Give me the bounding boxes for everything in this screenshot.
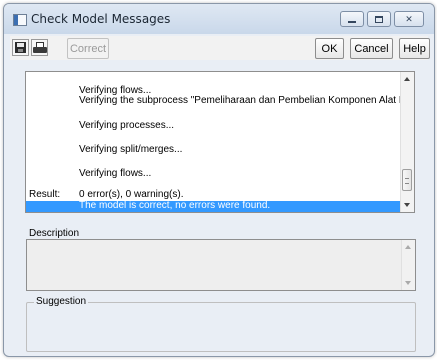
window-title: Check Model Messages <box>31 12 171 26</box>
message-line[interactable]: Verifying processes... <box>79 120 174 131</box>
result-value[interactable]: 0 error(s), 0 warning(s). <box>79 189 183 200</box>
messages-scrollbar[interactable] <box>400 72 414 212</box>
minimize-button[interactable] <box>340 11 364 27</box>
toolbar: Correct OK Cancel Help <box>10 36 430 60</box>
ok-button[interactable]: OK <box>315 38 344 59</box>
print-icon[interactable] <box>31 39 48 56</box>
selected-message-row[interactable]: The model is correct, no errors were fou… <box>26 200 403 212</box>
check-model-messages-window: Check Model Messages ✕ Correct OK Cancel… <box>3 3 435 357</box>
scroll-up-arrow-icon[interactable] <box>404 77 410 81</box>
selected-message: The model is correct, no errors were fou… <box>79 200 271 211</box>
description-scrollbar[interactable] <box>401 240 415 290</box>
scroll-thumb[interactable] <box>402 169 412 191</box>
caption-buttons: ✕ <box>340 11 424 27</box>
maximize-icon <box>375 15 383 23</box>
message-line[interactable]: Verifying flows... <box>79 168 151 179</box>
description-box[interactable] <box>26 239 416 291</box>
suggestion-group: Suggestion <box>26 296 416 352</box>
app-window-icon <box>13 14 27 26</box>
close-button[interactable]: ✕ <box>394 11 424 27</box>
messages-list[interactable]: Verifying flows... Verifying the subproc… <box>25 71 415 213</box>
description-label: Description <box>29 228 80 239</box>
scroll-down-arrow-icon[interactable] <box>404 203 410 207</box>
title-bar[interactable]: Check Model Messages ✕ <box>4 4 434 34</box>
save-icon[interactable] <box>12 39 29 56</box>
maximize-button[interactable] <box>367 11 391 27</box>
suggestion-label: Suggestion <box>34 296 89 307</box>
close-icon: ✕ <box>405 13 413 24</box>
message-line[interactable]: Verifying the subprocess "Pemeliharaan d… <box>79 95 414 106</box>
message-line[interactable]: Verifying split/merges... <box>79 144 182 155</box>
minimize-icon <box>348 20 356 23</box>
cancel-button[interactable]: Cancel <box>350 38 393 59</box>
scroll-down-arrow-icon[interactable] <box>405 281 411 285</box>
result-label: Result: <box>29 189 61 200</box>
help-button[interactable]: Help <box>399 38 430 59</box>
scroll-up-arrow-icon[interactable] <box>405 245 411 249</box>
correct-button[interactable]: Correct <box>67 38 109 59</box>
